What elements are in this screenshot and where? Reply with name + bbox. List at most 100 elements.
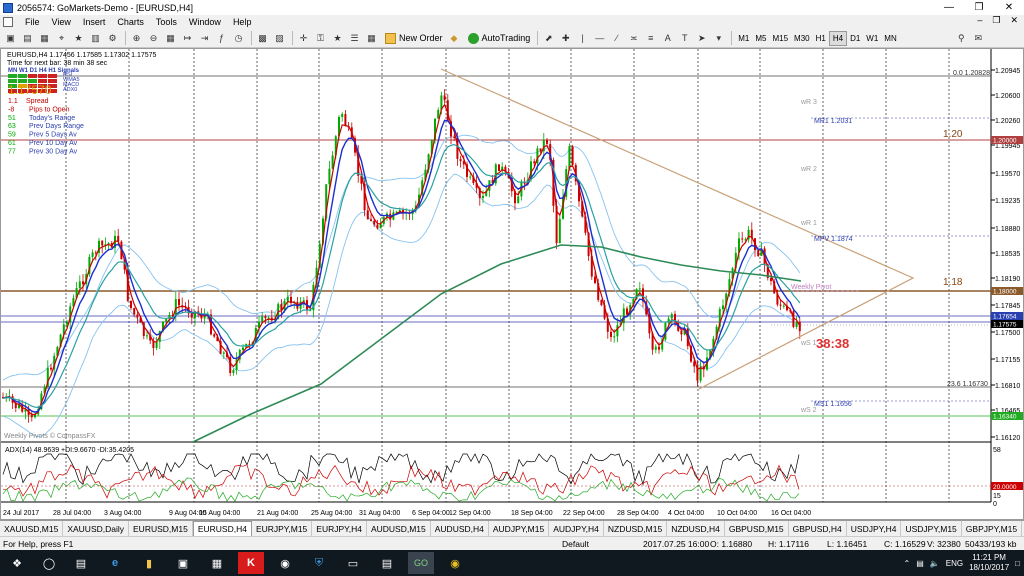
chart-tab[interactable]: USDJPY,M15 <box>901 521 962 536</box>
chart-tab[interactable]: GBPUSD,H4 <box>789 521 847 536</box>
arrow-icon[interactable]: ➤ <box>694 31 709 46</box>
volume-icon[interactable]: 🔈 <box>930 559 940 568</box>
chat-icon[interactable]: ✉ <box>971 31 986 46</box>
chart-tab[interactable]: GBPJPY,M15 <box>962 521 1023 536</box>
new-order-button[interactable]: New Order <box>381 31 447 46</box>
input-language[interactable]: ENG <box>946 559 963 568</box>
profiles-icon[interactable]: ▤ <box>20 31 35 46</box>
price-chart[interactable]: EURUSD,H4 1.17456 1.17585 1.17302 1.1757… <box>1 49 1023 519</box>
tf-m15[interactable]: M15 <box>769 31 791 46</box>
kaspersky-icon[interactable]: K <box>238 552 264 574</box>
defender-icon[interactable]: ⛨ <box>306 552 332 574</box>
tf-m1[interactable]: M1 <box>735 31 752 46</box>
zoom-out-icon[interactable]: ⊖ <box>146 31 161 46</box>
monitor-icon[interactable]: ▭ <box>340 552 366 574</box>
mdi-close-button[interactable]: ✕ <box>1010 15 1018 26</box>
mdi-minimize-button[interactable]: – <box>977 15 982 26</box>
chrome-icon[interactable]: ◉ <box>442 552 468 574</box>
chart-tab[interactable]: NZDUSD,H4 <box>667 521 725 536</box>
periods-icon[interactable]: ◷ <box>231 31 246 46</box>
calculator-icon[interactable]: ▦ <box>204 552 230 574</box>
notifications-icon[interactable]: □ <box>1015 559 1020 568</box>
network-icon[interactable]: ▤ <box>916 559 924 568</box>
tf-h1[interactable]: H1 <box>813 31 829 46</box>
menu-view[interactable]: View <box>46 17 77 27</box>
crosshair-icon[interactable]: ✛ <box>296 31 311 46</box>
chart-tab[interactable]: XAUUSD,Daily <box>63 521 130 536</box>
chart-tab[interactable]: USDJPY,H4 <box>847 521 902 536</box>
tile-windows-icon[interactable]: ▦ <box>163 31 178 46</box>
script-icon[interactable]: ☰ <box>347 31 362 46</box>
fibonacci-icon[interactable]: ≡ <box>643 31 658 46</box>
maximize-button[interactable]: ❐ <box>964 0 994 15</box>
label-icon[interactable]: T <box>677 31 692 46</box>
crosshair-tool-icon[interactable]: ✚ <box>558 31 573 46</box>
gomarkets-app-icon[interactable]: GO <box>408 552 434 574</box>
menu-file[interactable]: File <box>19 17 46 27</box>
chart-tab[interactable]: AUDJPY,H4 <box>549 521 604 536</box>
channel-icon[interactable]: ≍ <box>626 31 641 46</box>
close-button[interactable]: ✕ <box>994 0 1024 15</box>
templates-icon[interactable]: ▩ <box>255 31 270 46</box>
file-explorer-icon[interactable]: ▮ <box>136 552 162 574</box>
new-chart-icon[interactable]: ▣ <box>3 31 18 46</box>
camera-icon[interactable]: ◉ <box>272 552 298 574</box>
chart-tab[interactable]: GBPUSD,M15 <box>725 521 789 536</box>
market-watch-icon[interactable]: ▦ <box>37 31 52 46</box>
calendar-icon[interactable]: ▦ <box>364 31 379 46</box>
chart-tab[interactable]: EURUSD,H4 <box>192 521 252 536</box>
data-window-icon[interactable]: ⌖ <box>54 31 69 46</box>
clock[interactable]: 11:21 PM 18/10/2017 <box>969 553 1009 573</box>
tf-m30[interactable]: M30 <box>791 31 813 46</box>
chart-window-icon[interactable] <box>3 17 13 27</box>
navigator-icon[interactable]: ★ <box>71 31 86 46</box>
terminal-icon[interactable]: ▥ <box>88 31 103 46</box>
lock-icon[interactable]: ⚿ <box>313 31 328 46</box>
chart-tab[interactable]: XAUUSD,M15 <box>0 521 64 536</box>
cursor-icon[interactable]: ⬈ <box>541 31 556 46</box>
menu-insert[interactable]: Insert <box>77 17 112 27</box>
folder-icon[interactable]: ▤ <box>374 552 400 574</box>
price-axis-label: 1.17155 <box>995 357 1020 364</box>
indicators-icon[interactable]: ƒ <box>214 31 229 46</box>
auto-scroll-icon[interactable]: ↦ <box>180 31 195 46</box>
chart-shift-icon[interactable]: ⇥ <box>197 31 212 46</box>
chart-tab[interactable]: EURJPY,M15 <box>252 521 313 536</box>
search-icon[interactable]: ◯ <box>38 552 60 574</box>
tf-mn[interactable]: MN <box>881 31 899 46</box>
tester-icon[interactable]: ⚙ <box>105 31 120 46</box>
chart-tab[interactable]: AUDUSD,H4 <box>431 521 489 536</box>
menu-tools[interactable]: Tools <box>150 17 183 27</box>
trendline-icon[interactable]: ∕ <box>609 31 624 46</box>
windows-start-icon[interactable]: ❖ <box>4 552 30 574</box>
tf-d1[interactable]: D1 <box>847 31 863 46</box>
search-icon[interactable]: ⚲ <box>954 31 969 46</box>
menu-charts[interactable]: Charts <box>111 17 150 27</box>
store-icon[interactable]: ▣ <box>170 552 196 574</box>
tray-arrow-icon[interactable]: ⌃ <box>904 559 911 568</box>
tf-m5[interactable]: M5 <box>752 31 769 46</box>
chart-tab[interactable]: EURJPY,H4 <box>312 521 367 536</box>
chevron-down-icon[interactable]: ▾ <box>711 31 726 46</box>
menu-help[interactable]: Help <box>227 17 258 27</box>
minimize-button[interactable]: — <box>934 0 964 15</box>
tf-h4[interactable]: H4 <box>828 30 848 46</box>
horizontal-line-icon[interactable]: — <box>592 31 607 46</box>
chart-tab[interactable]: AUDUSD,M15 <box>367 521 431 536</box>
zoom-in-icon[interactable]: ⊕ <box>129 31 144 46</box>
menu-window[interactable]: Window <box>183 17 227 27</box>
edge-icon[interactable]: e <box>102 552 128 574</box>
expert-icon[interactable]: ★ <box>330 31 345 46</box>
chart-tab[interactable]: EURUSD,M15 <box>129 521 193 536</box>
trade-icon[interactable]: ◆ <box>447 31 462 46</box>
chart-tab[interactable]: NZDUSD,M15 <box>604 521 668 536</box>
windows-icon[interactable]: ▨ <box>272 31 287 46</box>
task-view-icon[interactable]: ▤ <box>68 552 94 574</box>
text-icon[interactable]: A <box>660 31 675 46</box>
mdi-restore-button[interactable]: ❐ <box>992 15 1000 26</box>
tf-w1[interactable]: W1 <box>863 31 881 46</box>
autotrading-button[interactable]: AutoTrading <box>464 31 535 46</box>
chart-tab[interactable]: AUDJPY,M15 <box>489 521 550 536</box>
chart-window[interactable]: EURUSD,H4 1.17456 1.17585 1.17302 1.1757… <box>0 48 1024 520</box>
vertical-line-icon[interactable]: | <box>575 31 590 46</box>
